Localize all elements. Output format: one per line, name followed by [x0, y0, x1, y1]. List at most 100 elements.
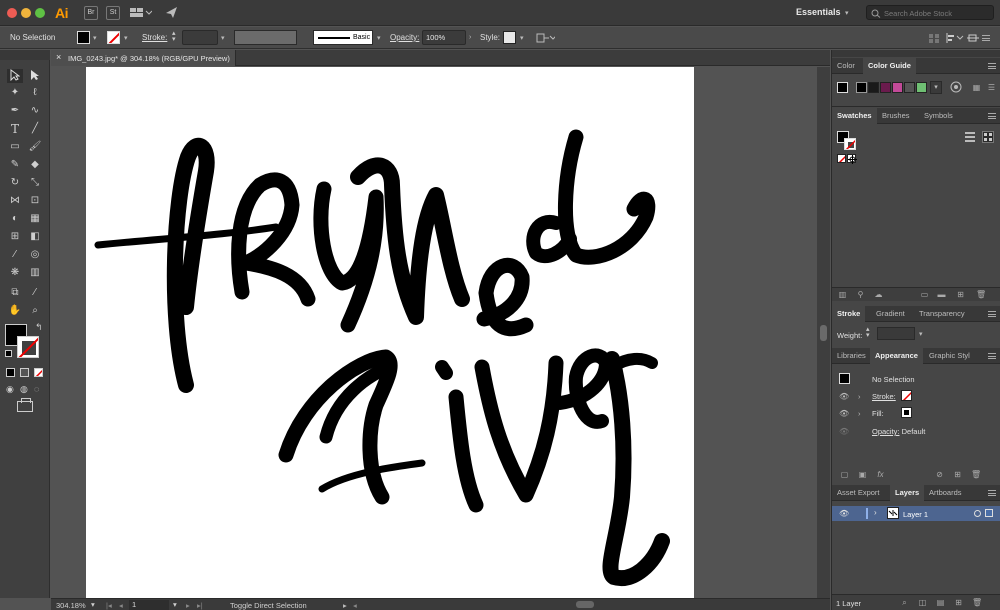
arrange-documents-icon[interactable] — [130, 7, 153, 18]
create-sublayer-icon[interactable]: ▤ — [936, 598, 945, 607]
status-menu-arrow-icon[interactable]: ▸ — [343, 601, 347, 610]
document-setup-icon[interactable] — [535, 32, 557, 46]
align-to-icon[interactable] — [928, 33, 940, 45]
artboard-dropdown-icon[interactable]: ▾ — [173, 600, 177, 609]
create-new-layer-icon[interactable]: ⊞ — [954, 598, 963, 607]
color-mode-icon[interactable] — [6, 368, 15, 377]
control-bar-menu-icon[interactable] — [982, 35, 990, 41]
tools-panel-collapse[interactable] — [0, 50, 50, 60]
weight-field[interactable] — [877, 327, 915, 340]
pen-tool-icon[interactable]: ✒ — [7, 104, 23, 118]
fill-color-swatch[interactable] — [77, 31, 90, 44]
bridge-button[interactable]: Br — [84, 6, 98, 20]
align-objects-icon[interactable] — [946, 33, 964, 45]
add-new-fill-icon[interactable]: ▣ — [858, 470, 867, 479]
list-view-icon[interactable] — [965, 132, 975, 142]
new-color-group-icon[interactable]: ▭ — [920, 290, 929, 299]
stroke-weight-dropdown-icon[interactable]: ▾ — [221, 34, 225, 42]
show-swatch-kinds-icon[interactable]: ⚲ — [856, 290, 865, 299]
blend-tool-icon[interactable]: ◎ — [27, 248, 43, 262]
rectangle-tool-icon[interactable]: ▭ — [7, 140, 23, 154]
column-graph-tool-icon[interactable]: ▥ — [27, 266, 43, 280]
appearance-stroke-swatch[interactable] — [901, 390, 912, 401]
selection-tool-icon[interactable] — [7, 69, 23, 83]
document-canvas[interactable] — [51, 67, 817, 598]
paintbrush-tool-icon[interactable]: 🖌 — [27, 140, 43, 154]
harmony-rules-dropdown[interactable]: ▾ — [930, 81, 942, 94]
none-mode-icon[interactable] — [34, 368, 43, 377]
new-swatch-icon[interactable]: ⊞ — [956, 290, 965, 299]
stock-button[interactable]: St — [106, 6, 120, 20]
color-guide-harmony-strip[interactable] — [856, 82, 930, 93]
layer-target-icon[interactable] — [974, 510, 981, 517]
stroke-visibility-eye-icon[interactable]: 👁 — [839, 392, 849, 401]
gradient-tool-icon[interactable]: ◧ — [27, 230, 43, 244]
free-transform-tool-icon[interactable]: ⊡ — [27, 194, 43, 208]
layer-selection-indicator[interactable] — [985, 509, 993, 517]
graphic-style-swatch[interactable] — [503, 31, 516, 44]
swatches-fill-stroke-indicator[interactable] — [837, 131, 857, 151]
width-tool-icon[interactable]: ⋈ — [7, 194, 23, 208]
harmony-swatch-1[interactable] — [856, 82, 867, 93]
stroke-dropdown-icon[interactable]: ▾ — [124, 34, 128, 42]
tab-swatches[interactable]: Swatches — [832, 108, 877, 124]
tab-artboards[interactable]: Artboards — [924, 485, 967, 501]
zoom-dropdown-icon[interactable]: ▾ — [91, 600, 95, 609]
direct-selection-tool-icon[interactable] — [27, 69, 43, 83]
stroke-color-swatch[interactable] — [107, 31, 120, 44]
line-tool-icon[interactable]: ╱ — [27, 122, 43, 136]
tab-stroke[interactable]: Stroke — [832, 306, 866, 322]
appearance-fill-swatch[interactable] — [901, 407, 912, 418]
variable-width-profile[interactable] — [234, 30, 297, 45]
zoom-window-button[interactable] — [35, 8, 45, 18]
clear-appearance-icon[interactable]: ⊘ — [935, 470, 944, 479]
style-dropdown-icon[interactable]: ▾ — [520, 34, 524, 42]
screen-mode-icon[interactable] — [17, 398, 33, 412]
magic-wand-tool-icon[interactable]: ✦ — [7, 86, 23, 100]
close-tab-icon[interactable]: × — [56, 52, 61, 62]
document-tab[interactable]: × IMG_0243.jpg* @ 304.18% (RGB/GPU Previ… — [51, 50, 236, 66]
curvature-tool-icon[interactable]: ∿ — [27, 104, 43, 118]
tab-transparency[interactable]: Transparency — [914, 306, 970, 322]
harmony-swatch-3[interactable] — [880, 82, 891, 93]
shape-builder-tool-icon[interactable]: ◐ — [7, 212, 23, 226]
fill-dropdown-icon[interactable]: ▾ — [93, 34, 97, 42]
stroke-weight-field[interactable] — [182, 30, 218, 45]
weight-dropdown-icon[interactable]: ▾ — [919, 330, 923, 338]
tab-color[interactable]: Color — [832, 58, 860, 74]
tab-brushes[interactable]: Brushes — [877, 108, 915, 124]
chevron-down-icon[interactable]: ▾ — [845, 9, 849, 17]
weight-stepper[interactable]: ▴ ▾ — [866, 326, 870, 339]
edit-colors-icon[interactable] — [950, 81, 962, 95]
perspective-grid-tool-icon[interactable]: ▦ — [27, 212, 43, 226]
previous-artboard-button[interactable]: ◂ — [119, 601, 123, 610]
opacity-arrow-icon[interactable]: › — [469, 34, 471, 41]
layer-row[interactable]: 👁 › Layer 1 — [832, 506, 1000, 521]
last-artboard-button[interactable]: ▸| — [197, 601, 203, 610]
gpu-performance-icon[interactable] — [165, 6, 178, 21]
thumbnail-view-icon[interactable] — [982, 131, 994, 143]
harmony-swatch-4[interactable] — [892, 82, 903, 93]
artboard[interactable] — [86, 67, 694, 598]
horizontal-scroll-thumb[interactable] — [576, 601, 594, 608]
stroke-color-box[interactable] — [17, 336, 39, 358]
appearance-stroke-label[interactable]: Stroke: — [872, 392, 896, 401]
add-new-stroke-icon[interactable]: ▢ — [840, 470, 849, 479]
vertical-scroll-thumb[interactable] — [820, 325, 827, 341]
stroke-panel-menu-icon[interactable] — [988, 311, 996, 317]
layer-visibility-eye-icon[interactable]: 👁 — [839, 509, 849, 518]
appearance-expand-stroke-icon[interactable]: › — [858, 392, 861, 401]
harmony-swatch-6[interactable] — [916, 82, 927, 93]
tab-gradient[interactable]: Gradient — [871, 306, 910, 322]
make-clipping-mask-icon[interactable]: ◫ — [918, 598, 927, 607]
swatch-libraries-icon[interactable]: ▥ — [838, 290, 847, 299]
swatch-options-icon[interactable]: ☁ — [874, 290, 883, 299]
tab-color-guide[interactable]: Color Guide — [863, 58, 916, 74]
harmony-swatch-5[interactable] — [904, 82, 915, 93]
workspace-switcher[interactable]: Essentials — [796, 7, 841, 17]
drawing-modes-icon[interactable]: ◉ — [6, 384, 14, 395]
symbol-sprayer-tool-icon[interactable]: ❋ — [7, 266, 23, 280]
brush-definition-field[interactable]: Basic — [313, 30, 373, 45]
dock-collapse-bar[interactable] — [832, 50, 1000, 57]
swatch-registration[interactable] — [847, 154, 857, 164]
